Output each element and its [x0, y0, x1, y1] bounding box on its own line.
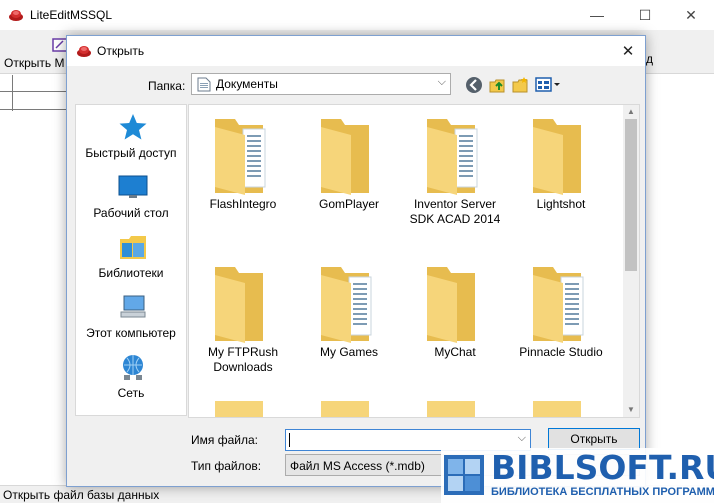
- folder-item-partial[interactable]: [427, 401, 475, 417]
- folder-item-partial[interactable]: [215, 401, 263, 417]
- dialog-title: Открыть: [97, 44, 145, 58]
- open-file-dialog: Открыть ✕ Папка: Документы ⌵ Быстрый дос…: [66, 35, 646, 487]
- scrollbar-thumb[interactable]: [625, 119, 637, 271]
- folder-item-partial[interactable]: [533, 401, 581, 417]
- grid-line: [0, 109, 66, 110]
- folder-item[interactable]: MyChat: [401, 253, 509, 393]
- close-icon: ✕: [685, 6, 697, 23]
- status-text: Открыть файл базы данных: [3, 488, 160, 502]
- maximize-icon: ☐: [638, 6, 652, 23]
- filetype-value: Файл MS Access (*.mdb): [290, 459, 425, 473]
- folder-select[interactable]: Документы ⌵: [191, 73, 451, 95]
- text-caret: [289, 433, 290, 447]
- folder-value: Документы: [216, 77, 278, 91]
- back-icon[interactable]: [465, 76, 483, 94]
- folder-item[interactable]: Lightshot: [507, 105, 615, 245]
- grid-line: [12, 75, 13, 111]
- folder-item[interactable]: My Games: [295, 253, 403, 393]
- computer-icon: [120, 295, 146, 318]
- folder-item[interactable]: GomPlayer: [295, 105, 403, 245]
- folder-label: Папка:: [148, 79, 186, 93]
- place-label: Сеть: [117, 386, 145, 400]
- folder-item[interactable]: FlashIntegro: [189, 105, 297, 245]
- chevron-down-icon: ⌵: [437, 76, 446, 88]
- folder-icon: [215, 267, 263, 343]
- watermark-brand: BIBLSOFT.RU: [491, 448, 714, 487]
- app-close-button[interactable]: ✕: [668, 0, 714, 30]
- dialog-titlebar: Открыть ✕: [67, 36, 645, 66]
- folder-icon: [215, 119, 266, 195]
- place-libraries[interactable]: Библиотеки: [76, 233, 186, 293]
- grid-line: [0, 91, 66, 92]
- close-icon: ✕: [621, 43, 635, 60]
- folder-name: Lightshot: [536, 197, 586, 211]
- library-icon: [120, 236, 146, 259]
- place-quick-access[interactable]: Быстрый доступ: [76, 113, 186, 173]
- folder-name: GomPlayer: [318, 197, 380, 211]
- desktop-icon: [118, 175, 148, 198]
- minimize-button[interactable]: —: [574, 0, 620, 30]
- folder-name: My FTPRush Downloads: [207, 345, 278, 374]
- scroll-down-icon[interactable]: ▼: [623, 403, 639, 417]
- filetype-label: Тип файлов:: [191, 459, 262, 473]
- place-label: Библиотеки: [98, 266, 164, 280]
- new-folder-icon[interactable]: [511, 76, 529, 94]
- scroll-up-icon[interactable]: ▲: [623, 105, 639, 119]
- open-db-tool-label: Открыть М: [4, 56, 65, 70]
- place-label: Быстрый доступ: [85, 146, 177, 160]
- maximize-button[interactable]: ☐: [622, 0, 668, 30]
- toolbar-right-label[interactable]: д: [646, 52, 653, 66]
- folder-item[interactable]: My FTPRush Downloads: [189, 253, 297, 393]
- place-label: Этот компьютер: [86, 326, 176, 340]
- chevron-down-icon: ⌵: [517, 432, 526, 444]
- up-folder-icon[interactable]: [488, 76, 506, 94]
- folder-icon: [427, 119, 478, 195]
- folder-name: Pinnacle Studio: [519, 345, 603, 359]
- watermark-tagline: БИБЛИОТЕКА БЕСПЛАТНЫХ ПРОГРАММ: [491, 486, 714, 498]
- dialog-logo-icon: [77, 46, 91, 57]
- app-title: LiteEditMSSQL: [30, 8, 113, 22]
- file-list[interactable]: FlashIntegro GomPlayer Inventor Server SDK…: [188, 104, 640, 418]
- vertical-scrollbar[interactable]: ▲ ▼: [623, 105, 639, 417]
- folder-name: Inventor Server SDK ACAD 2014: [409, 197, 501, 226]
- star-icon: [119, 114, 147, 140]
- place-network[interactable]: Сеть: [76, 353, 186, 413]
- folder-item[interactable]: Pinnacle Studio: [507, 253, 615, 393]
- filename-label: Имя файла:: [191, 433, 258, 447]
- open-db-tool-button[interactable]: Открыть М: [0, 34, 68, 72]
- folder-icon: [427, 267, 475, 343]
- place-label: Рабочий стол: [93, 206, 169, 220]
- open-button[interactable]: Открыть: [548, 428, 640, 450]
- folder-name: My Games: [319, 345, 378, 359]
- folder-name: FlashIntegro: [209, 197, 277, 211]
- biblsoft-logo-icon: [444, 455, 484, 495]
- folder-item-partial[interactable]: [321, 401, 369, 417]
- folder-icon: [533, 267, 584, 343]
- network-icon: [123, 355, 143, 380]
- dialog-close-button[interactable]: ✕: [611, 36, 645, 66]
- view-menu-icon[interactable]: [535, 76, 561, 94]
- minimize-icon: —: [590, 7, 604, 23]
- documents-icon: [197, 77, 211, 92]
- folder-icon: [321, 119, 369, 195]
- folder-name: MyChat: [434, 345, 476, 359]
- folder-icon: [321, 267, 372, 343]
- app-logo-icon: [9, 10, 23, 21]
- app-titlebar: LiteEditMSSQL — ☐ ✕: [0, 0, 714, 30]
- place-this-pc[interactable]: Этот компьютер: [76, 293, 186, 353]
- watermark: BIBLSOFT.RU БИБЛИОТЕКА БЕСПЛАТНЫХ ПРОГРА…: [441, 448, 714, 503]
- folder-item[interactable]: Inventor Server SDK ACAD 2014: [401, 105, 509, 245]
- folder-icon: [533, 119, 581, 195]
- place-desktop[interactable]: Рабочий стол: [76, 173, 186, 233]
- places-bar: Быстрый доступ Рабочий стол Библиотеки Э…: [75, 104, 187, 416]
